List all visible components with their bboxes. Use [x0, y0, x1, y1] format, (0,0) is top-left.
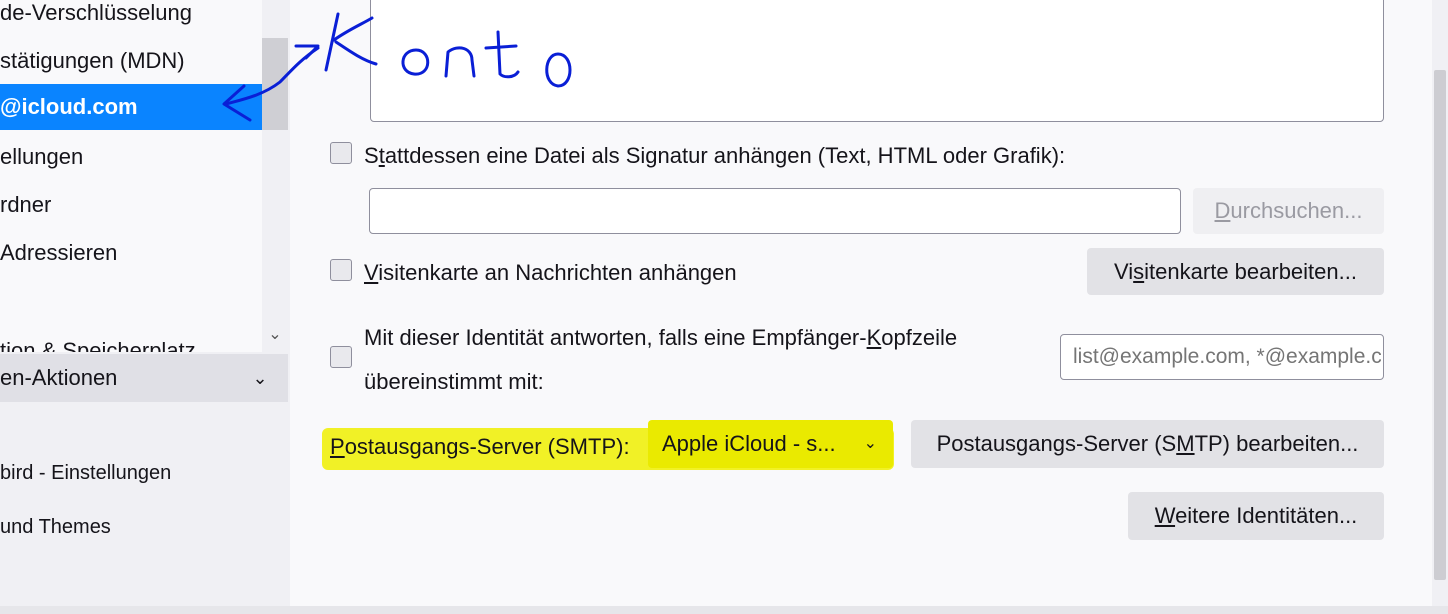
reply-identity-label-line2: übereinstimmt mit:	[364, 369, 544, 394]
chevron-down-icon[interactable]: ⌄	[262, 322, 288, 348]
signature-textarea[interactable]	[370, 0, 1384, 122]
main-scroll-thumb[interactable]	[1434, 70, 1446, 580]
thunderbird-settings-link[interactable]: bird - Einstellungen	[0, 458, 171, 488]
reply-identity-input[interactable]	[1060, 334, 1384, 380]
sidebar: de-Verschlüsselung stätigungen (MDN) @ic…	[0, 0, 290, 614]
smtp-server-select[interactable]: Apple iCloud - s... ⌄	[648, 420, 893, 468]
more-identities-button[interactable]: Weitere Identitäten...	[1128, 492, 1384, 540]
account-tree: de-Verschlüsselung stätigungen (MDN) @ic…	[0, 0, 262, 352]
tree-item-account[interactable]: @icloud.com	[0, 84, 262, 130]
addons-themes-link[interactable]: und Themes	[0, 512, 111, 542]
attach-vcard-label: Visitenkarte an Nachrichten anhängen	[364, 260, 737, 285]
edit-vcard-button[interactable]: Visitenkarte bearbeiten...	[1087, 248, 1384, 295]
edit-smtp-server-button[interactable]: Postausgangs-Server (SMTP) bearbeiten...	[911, 420, 1384, 468]
signature-file-input[interactable]	[369, 188, 1181, 234]
attach-file-signature-checkbox[interactable]	[330, 142, 352, 164]
tree-item-encryption[interactable]: de-Verschlüsselung	[0, 0, 192, 36]
tree-item-server-settings[interactable]: ellungen	[0, 134, 83, 180]
identity-settings-panel: Stattdessen eine Datei als Signatur anhä…	[290, 0, 1432, 606]
tree-item-folders[interactable]: rdner	[0, 182, 51, 228]
attach-file-signature-label: Stattdessen eine Datei als Signatur anhä…	[364, 143, 1066, 168]
tree-item-receipts[interactable]: stätigungen (MDN)	[0, 38, 185, 84]
smtp-server-selected-value: Apple iCloud - s...	[662, 431, 836, 456]
account-actions-header[interactable]: en-Aktionen ⌄	[0, 354, 288, 402]
smtp-label: Postausgangs-Server (SMTP):	[330, 434, 630, 459]
account-actions-label: en-Aktionen	[0, 365, 118, 390]
bottom-bar	[0, 606, 1448, 614]
attach-vcard-checkbox[interactable]	[330, 259, 352, 281]
tree-item-addressing[interactable]: Adressieren	[0, 230, 117, 276]
tree-item-storage[interactable]: tion & Speicherplatz	[0, 328, 196, 352]
reply-identity-label-line1: Mit dieser Identität antworten, falls ei…	[364, 325, 958, 350]
chevron-down-icon: ⌄	[863, 435, 877, 452]
account-settings-window: de-Verschlüsselung stätigungen (MDN) @ic…	[0, 0, 1448, 614]
tree-scroll-thumb[interactable]	[262, 38, 288, 130]
chevron-down-icon: ⌄	[252, 368, 268, 388]
browse-button[interactable]: Durchsuchen...	[1193, 188, 1384, 234]
reply-identity-checkbox[interactable]	[330, 346, 352, 368]
